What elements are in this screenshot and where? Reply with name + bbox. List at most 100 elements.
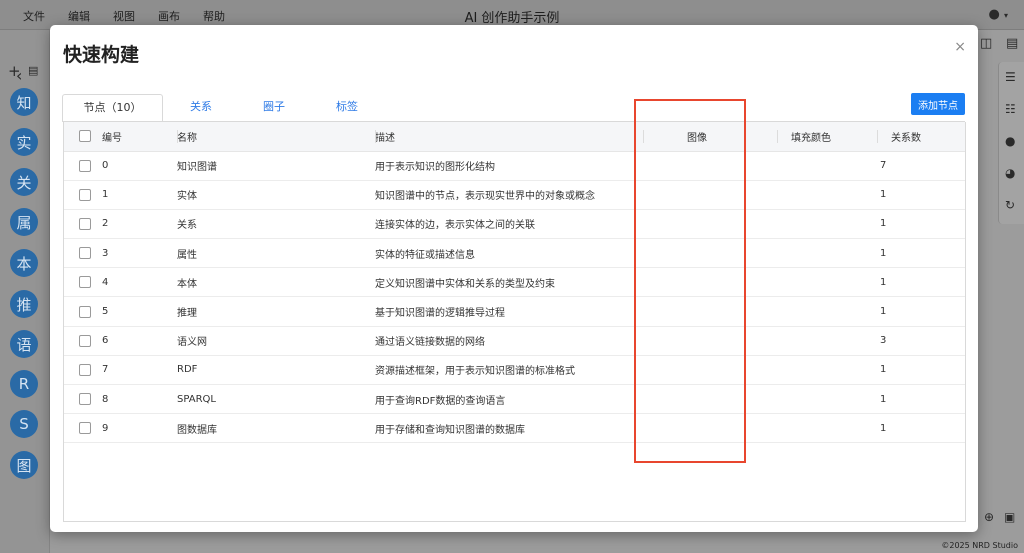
row-checkbox[interactable] — [79, 159, 91, 172]
quick-build-dialog: 快速构建 × 节点（10） 关系 圈子 标签 添加节点 编号 名称 描述 图像 … — [50, 25, 978, 532]
cell-name: 关系 — [177, 209, 375, 240]
cell-relations: 1 — [877, 355, 965, 386]
column-header-relations[interactable]: 关系数 — [877, 122, 965, 152]
column-header-name[interactable]: 名称 — [177, 122, 375, 152]
table-row[interactable]: 8 SPARQL 用于查询RDF数据的查询语言 1 — [64, 384, 965, 415]
tab-relations[interactable]: 关系 — [190, 94, 212, 122]
cell-fill-color[interactable] — [777, 326, 877, 356]
row-checkbox[interactable] — [79, 276, 91, 289]
cell-image[interactable] — [673, 267, 777, 298]
cell-fill-color[interactable] — [777, 384, 877, 415]
user-menu[interactable]: ● ▾ — [989, 7, 1009, 22]
column-header-id[interactable]: 编号 — [102, 122, 177, 152]
sidebar-node-circle[interactable]: R — [10, 370, 38, 398]
cell-fill-color[interactable] — [777, 151, 877, 181]
layout-split-icon[interactable]: ◫ — [980, 36, 992, 51]
sidebar-node-circle[interactable]: 知 — [10, 88, 38, 116]
cell-id: 2 — [102, 209, 177, 240]
cell-fill-color[interactable] — [777, 296, 877, 327]
layout-window-icon[interactable]: ▤ — [1006, 36, 1018, 51]
cell-image[interactable] — [673, 238, 777, 269]
table-row[interactable]: 6 语义网 通过语义链接数据的网络 3 — [64, 326, 965, 356]
cell-desc: 实体的特征或描述信息 — [375, 238, 673, 269]
cell-image[interactable] — [673, 180, 777, 210]
row-checkbox[interactable] — [79, 422, 91, 435]
save-icon[interactable]: ▣ — [1004, 510, 1015, 524]
cell-desc: 基于知识图谱的逻辑推导过程 — [375, 296, 673, 327]
sidebar-node-circle[interactable]: 属 — [10, 208, 38, 236]
cell-desc: 用于存储和查询知识图谱的数据库 — [375, 413, 673, 444]
cell-desc: 用于查询RDF数据的查询语言 — [375, 384, 673, 415]
palette-icon[interactable]: ◕ — [1005, 166, 1015, 180]
row-checkbox[interactable] — [79, 363, 91, 376]
table-row[interactable]: 1 实体 知识图谱中的节点，表示现实世界中的对象或概念 1 — [64, 180, 965, 210]
cell-fill-color[interactable] — [777, 355, 877, 386]
cell-relations: 1 — [877, 296, 965, 327]
cell-fill-color[interactable] — [777, 209, 877, 240]
column-header-label: 描述 — [375, 132, 395, 144]
add-node-button[interactable]: 添加节点 — [911, 93, 965, 115]
cell-relations: 1 — [877, 238, 965, 269]
tab-nodes[interactable]: 节点（10） — [62, 94, 163, 122]
column-header-label: 关系数 — [891, 132, 921, 144]
table-row[interactable]: 7 RDF 资源描述框架，用于表示知识图谱的标准格式 1 — [64, 355, 965, 386]
cell-desc: 定义知识图谱中实体和关系的类型及约束 — [375, 267, 673, 298]
row-checkbox[interactable] — [79, 188, 91, 201]
sliders-icon[interactable]: ☰ — [1005, 70, 1016, 84]
cell-image[interactable] — [673, 296, 777, 327]
row-checkbox[interactable] — [79, 305, 91, 318]
sidebar-node-circle[interactable]: 推 — [10, 290, 38, 318]
zoom-in-icon[interactable]: ⊕ — [984, 510, 994, 524]
cell-name: SPARQL — [177, 384, 375, 415]
cell-image[interactable] — [673, 209, 777, 240]
table-row[interactable]: 2 关系 连接实体的边，表示实体之间的关联 1 — [64, 209, 965, 240]
row-checkbox[interactable] — [79, 217, 91, 230]
cell-name: 语义网 — [177, 326, 375, 356]
tab-circles[interactable]: 圈子 — [263, 94, 285, 122]
sidebar-node-circle[interactable]: 语 — [10, 330, 38, 358]
column-header-image[interactable]: 图像 — [643, 122, 777, 152]
sidebar-node-circle[interactable]: 关 — [10, 168, 38, 196]
cell-name: 本体 — [177, 267, 375, 298]
sidebar-node-circle[interactable]: 本 — [10, 249, 38, 277]
cell-fill-color[interactable] — [777, 180, 877, 210]
cell-id: 3 — [102, 238, 177, 269]
close-icon[interactable]: × — [954, 39, 966, 55]
cell-id: 1 — [102, 180, 177, 210]
row-checkbox[interactable] — [79, 334, 91, 347]
cell-fill-color[interactable] — [777, 267, 877, 298]
cell-image[interactable] — [673, 384, 777, 415]
panel-icon[interactable]: ▤ — [28, 64, 38, 77]
cell-name: 知识图谱 — [177, 151, 375, 181]
sidebar-node-circle[interactable]: 实 — [10, 128, 38, 156]
history-icon[interactable]: ↻ — [1005, 198, 1015, 212]
table-row[interactable]: 4 本体 定义知识图谱中实体和关系的类型及约束 1 — [64, 267, 965, 298]
row-select-cell — [64, 296, 102, 327]
column-separator — [877, 130, 878, 143]
table-row[interactable]: 3 属性 实体的特征或描述信息 1 — [64, 238, 965, 269]
cell-fill-color[interactable] — [777, 413, 877, 444]
sidebar-node-circle[interactable]: 图 — [10, 451, 38, 479]
circles-icon[interactable]: ● — [1005, 134, 1015, 148]
column-header-fill[interactable]: 填充颜色 — [777, 122, 877, 152]
cell-desc: 连接实体的边，表示实体之间的关联 — [375, 209, 673, 240]
tab-tags[interactable]: 标签 — [336, 94, 358, 122]
add-icon[interactable]: + — [8, 62, 21, 80]
table-row[interactable]: 0 知识图谱 用于表示知识的图形化结构 7 — [64, 151, 965, 181]
column-header-desc[interactable]: 描述 — [375, 122, 673, 152]
select-all-checkbox[interactable] — [79, 130, 91, 143]
row-checkbox[interactable] — [79, 393, 91, 406]
cell-image[interactable] — [673, 355, 777, 386]
cell-desc: 资源描述框架，用于表示知识图谱的标准格式 — [375, 355, 673, 386]
sidebar-node-circle[interactable]: S — [10, 410, 38, 438]
hierarchy-icon[interactable]: ☷ — [1005, 102, 1016, 116]
table-row[interactable]: 5 推理 基于知识图谱的逻辑推导过程 1 — [64, 296, 965, 327]
row-checkbox[interactable] — [79, 247, 91, 260]
cell-fill-color[interactable] — [777, 238, 877, 269]
cell-name: 图数据库 — [177, 413, 375, 444]
table-row[interactable]: 9 图数据库 用于存储和查询知识图谱的数据库 1 — [64, 413, 965, 444]
cell-image[interactable] — [673, 413, 777, 444]
cell-image[interactable] — [673, 326, 777, 356]
cell-image[interactable] — [673, 151, 777, 181]
row-select-cell — [64, 384, 102, 415]
